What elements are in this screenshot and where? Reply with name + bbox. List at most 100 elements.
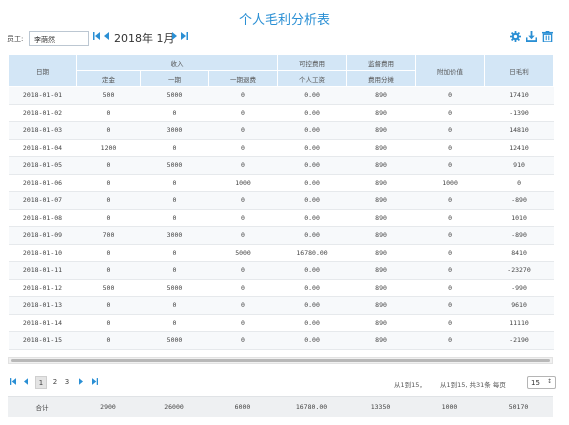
cell-deposit: 0 (76, 244, 141, 262)
table-row[interactable]: 2018-01-11 0 0 0 0.00 890 0 -23270 (8, 261, 554, 280)
cell-cost-share: 890 (346, 261, 416, 280)
table-row[interactable]: 2018-01-14 0 0 0 0.00 890 0 11110 (8, 314, 554, 332)
cell-daily-profit: 17410 (484, 86, 554, 105)
header-cost-share[interactable]: 费用分摊 (346, 70, 417, 87)
cell-first-refund: 0 (208, 279, 278, 297)
table-row[interactable]: 2018-01-05 0 5000 0 0.00 890 0 910 (8, 156, 554, 175)
header-supervision: 监督费用 (346, 54, 417, 71)
cell-first-period: 0 (140, 139, 209, 157)
toolbar: 员工: 李荫然 2018年 1月 (7, 31, 562, 46)
cell-addvalue: 0 (415, 121, 485, 140)
first-month-button[interactable] (93, 32, 100, 43)
next-icon (79, 378, 83, 385)
cell-first-period: 5000 (140, 156, 209, 175)
table-row[interactable]: 2018-01-07 0 0 0 0.00 890 0 -890 (8, 191, 554, 210)
cell-cost-share: 890 (346, 104, 416, 122)
prev-month-button[interactable] (104, 32, 109, 43)
next-month-button[interactable] (172, 32, 177, 43)
cell-cost-share: 890 (346, 279, 416, 297)
header-addvalue[interactable]: 附加价值 (415, 54, 486, 87)
cell-first-refund: 1000 (208, 174, 278, 192)
page-number-1[interactable]: 1 (35, 376, 47, 389)
cell-personal-salary: 0.00 (277, 191, 347, 210)
cell-date: 2018-01-03 (8, 121, 77, 140)
cell-personal-salary: 16780.00 (277, 244, 347, 262)
cell-date: 2018-01-02 (8, 104, 77, 122)
total-daily-profit: 50170 (484, 396, 553, 417)
cell-personal-salary: 0.00 (277, 279, 347, 297)
table-row[interactable]: 2018-01-02 0 0 0 0.00 890 0 -1390 (8, 104, 554, 122)
cell-date: 2018-01-06 (8, 174, 77, 192)
prev-page-button[interactable] (24, 378, 28, 387)
cell-addvalue: 0 (415, 139, 485, 157)
table-row[interactable]: 2018-01-01 500 5000 0 0.00 890 0 17410 (8, 86, 554, 105)
cell-daily-profit: 14810 (484, 121, 554, 140)
cell-deposit: 1200 (76, 139, 141, 157)
cell-addvalue: 0 (415, 331, 485, 350)
delete-button[interactable] (542, 31, 553, 43)
cell-first-refund: 0 (208, 191, 278, 210)
cell-first-refund: 0 (208, 296, 278, 315)
cell-daily-profit: 0 (484, 174, 554, 192)
cell-first-period: 3000 (140, 121, 209, 140)
cell-first-period: 5000 (140, 279, 209, 297)
cell-first-refund: 0 (208, 314, 278, 332)
cell-personal-salary: 0.00 (277, 174, 347, 192)
cell-deposit: 0 (76, 209, 141, 227)
settings-button[interactable] (510, 31, 521, 42)
cell-first-refund: 0 (208, 86, 278, 105)
table-row[interactable]: 2018-01-03 0 3000 0 0.00 890 0 14810 (8, 121, 554, 140)
table-row[interactable]: 2018-01-12 500 5000 0 0.00 890 0 -990 (8, 279, 554, 297)
header-personal-salary[interactable]: 个人工资 (277, 70, 348, 87)
skip-first-icon (93, 32, 100, 40)
total-deposit: 2900 (76, 396, 140, 417)
page-size-value: 15 (531, 379, 540, 387)
table-row[interactable]: 2018-01-15 0 5000 0 0.00 890 0 -2190 (8, 331, 554, 350)
cell-addvalue: 0 (415, 261, 485, 280)
last-page-button[interactable] (92, 378, 98, 387)
export-button[interactable] (526, 31, 537, 42)
cell-deposit: 0 (76, 314, 141, 332)
cell-cost-share: 890 (346, 139, 416, 157)
cell-date: 2018-01-07 (8, 191, 77, 210)
header-date[interactable]: 日期 (8, 54, 77, 87)
cell-first-refund: 0 (208, 104, 278, 122)
cell-date: 2018-01-11 (8, 261, 77, 280)
cell-cost-share: 890 (346, 191, 416, 210)
table-row[interactable]: 2018-01-10 0 0 5000 16780.00 890 0 8410 (8, 244, 554, 262)
page-number-2[interactable]: 2 (49, 376, 61, 389)
table-row[interactable]: 2018-01-04 1200 0 0 0.00 890 0 12410 (8, 139, 554, 157)
table-row[interactable]: 2018-01-06 0 0 1000 0.00 890 1000 0 (8, 174, 554, 192)
last-month-button[interactable] (181, 32, 188, 43)
next-icon (172, 32, 177, 40)
cell-addvalue: 1000 (415, 174, 485, 192)
next-page-button[interactable] (79, 378, 83, 387)
page-number-3[interactable]: 3 (61, 376, 73, 389)
table-row[interactable]: 2018-01-09 700 3000 0 0.00 890 0 -890 (8, 226, 554, 245)
employee-input[interactable]: 李荫然 (29, 31, 89, 46)
cell-personal-salary: 0.00 (277, 86, 347, 105)
profit-table: 日期 收入 可控费用 监督费用 附加价值 日毛利 定金 一期 一期退费 个人工资… (8, 54, 555, 350)
cell-daily-profit: 12410 (484, 139, 554, 157)
month-label: 2018年 1月 (114, 32, 175, 45)
page-size-select[interactable]: 15 ↕ (527, 376, 556, 389)
cell-daily-profit: 1010 (484, 209, 554, 227)
cell-deposit: 0 (76, 331, 141, 350)
cell-deposit: 0 (76, 296, 141, 315)
header-first-period[interactable]: 一期 (140, 70, 209, 87)
table-row[interactable]: 2018-01-08 0 0 0 0.00 890 0 1010 (8, 209, 554, 227)
cell-daily-profit: -2190 (484, 331, 554, 350)
cell-first-refund: 0 (208, 226, 278, 245)
table-row[interactable]: 2018-01-13 0 0 0 0.00 890 0 9610 (8, 296, 554, 315)
cell-personal-salary: 0.00 (277, 156, 347, 175)
download-icon (526, 31, 537, 42)
header-daily-profit[interactable]: 日毛利 (484, 54, 555, 87)
header-first-refund[interactable]: 一期退费 (207, 70, 279, 87)
total-first-refund: 6000 (208, 396, 277, 417)
employee-label: 员工: (7, 35, 24, 43)
first-page-button[interactable] (10, 378, 16, 387)
scrollbar-thumb[interactable] (11, 359, 550, 362)
header-deposit[interactable]: 定金 (76, 70, 141, 87)
cell-daily-profit: -890 (484, 226, 554, 245)
horizontal-scrollbar[interactable] (8, 357, 553, 364)
